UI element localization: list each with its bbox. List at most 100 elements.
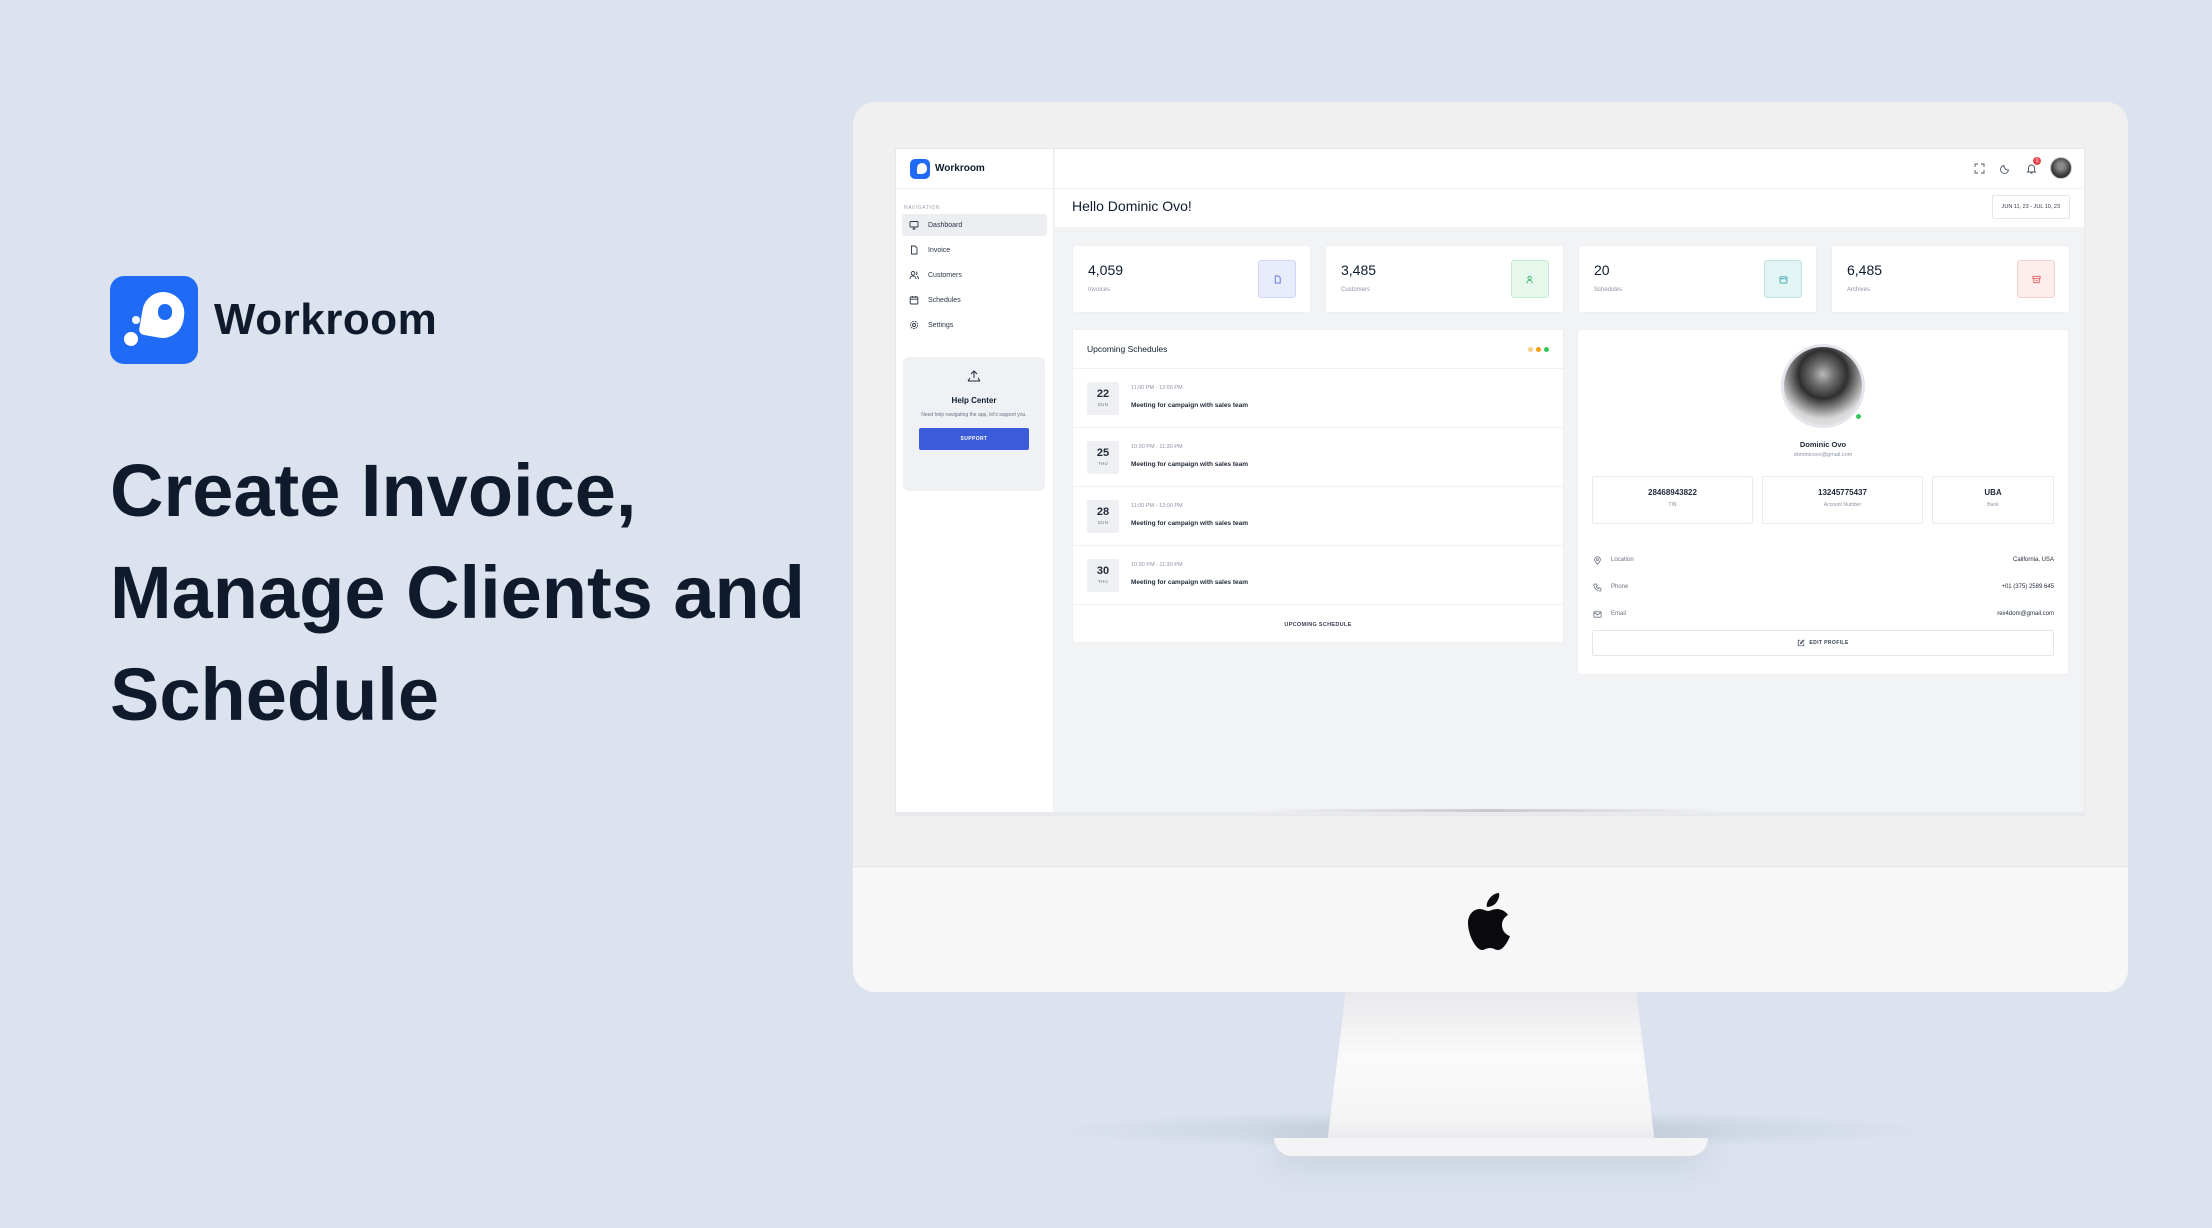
mail-icon [1592,609,1602,619]
schedule-date: 25 THU [1087,441,1119,474]
stat-label: Invoices [1088,287,1111,293]
sidebar-logo[interactable]: Workroom [896,149,1053,189]
apple-logo-icon [1468,893,1510,950]
schedule-time: 11:00 PM - 12:00 PM [1131,385,1183,391]
profile-card-label: Account Number [1823,502,1862,508]
stat-value: 3,485 [1341,262,1377,278]
sidebar-item-schedules[interactable]: Schedules [902,289,1047,311]
stat-label: Schedules [1594,287,1623,293]
help-center-title: Help Center [951,396,997,405]
stat-value: 20 [1594,262,1610,278]
schedule-day-number: 25 [1096,447,1110,459]
edit-profile-label: EDIT PROFILE [1809,640,1849,646]
schedule-date: 30 THU [1087,559,1119,592]
profile-card-value: 13245775437 [1818,488,1867,497]
avatar[interactable] [2050,157,2072,179]
dark-mode-moon-icon[interactable] [1998,161,2012,175]
profile-email: dominicovo@gmail.com [1793,452,1853,458]
calendar-icon [1764,260,1802,298]
profile-phone-row: Phone +01 (375) 2589 645 [1592,581,2054,593]
workroom-logo-icon [110,276,198,364]
schedule-item[interactable]: 30 THU 10:30 PM - 11:30 PM Meeting for c… [1073,546,1563,605]
upcoming-schedules-card: Upcoming Schedules 22 SUN 11:00 PM - 12:… [1072,329,1564,643]
hero-headline: Create Invoice, Manage Clients and Sched… [110,440,870,746]
stat-card-invoices[interactable]: 4,059 Invoices [1072,245,1311,313]
profile-card-label: TIN [1668,502,1677,508]
schedule-date: 28 SUN [1087,500,1119,533]
sidebar-item-label: Schedules [928,296,961,304]
schedule-day-number: 28 [1096,506,1110,518]
fullscreen-icon[interactable] [1972,161,1986,175]
profile-detail-value: rex4dom@gmail.com [1997,611,2054,617]
profile-card: Dominic Ovo dominicovo@gmail.com 2846894… [1577,329,2069,675]
stat-cards: 4,059 Invoices 3,485 Customers 20 Schedu… [1072,245,2072,313]
schedule-time: 10:30 PM - 11:30 PM [1131,562,1183,568]
schedule-title: Meeting for campaign with sales team [1131,579,1249,586]
profile-detail-label: Location [1611,557,1634,563]
profile-bank-card: UBA Bank [1932,476,2054,524]
workroom-logo-icon [910,158,930,179]
sidebar-item-label: Customers [928,271,962,279]
hero-headline-line-3: Schedule [110,653,439,736]
help-upload-icon [966,369,982,390]
calendar-icon [909,295,919,305]
topbar-actions: 1 [1972,157,2072,179]
schedule-title: Meeting for campaign with sales team [1131,520,1249,527]
profile-avatar [1781,344,1865,428]
online-status-indicator [1854,412,1863,421]
dashboard-screen: Workroom NAVIGATION Dashboard Invoice Cu… [895,148,2085,816]
hero-brand-name: Workroom [214,295,438,344]
sidebar-item-label: Dashboard [928,221,963,229]
file-icon [1258,260,1296,298]
help-center-description: Need help navigating the app, let's supp… [921,412,1027,418]
sidebar: Workroom NAVIGATION Dashboard Invoice Cu… [896,149,1054,815]
profile-email-row: Email rex4dom@gmail.com [1592,608,2054,620]
stat-value: 4,059 [1088,262,1124,278]
schedule-item[interactable]: 25 THU 10:30 PM - 11:30 PM Meeting for c… [1073,428,1563,487]
upcoming-schedules-header: Upcoming Schedules [1073,330,1563,369]
users-icon [1511,260,1549,298]
profile-info-cards: 28468943822 TIN 13245775437 Account Numb… [1592,476,2054,524]
location-pin-icon [1592,555,1602,565]
imac-stand-base [1274,1138,1708,1156]
support-button[interactable]: SUPPORT [919,428,1029,450]
profile-card-value: 28468943822 [1648,488,1697,497]
schedule-date: 22 SUN [1087,382,1119,415]
stat-card-archives[interactable]: 6,485 Archives [1831,245,2070,313]
gear-icon [909,320,919,330]
sidebar-item-customers[interactable]: Customers [902,264,1047,286]
schedule-weekday: THU [1097,579,1109,584]
sidebar-item-settings[interactable]: Settings [902,314,1047,336]
schedule-item[interactable]: 28 SUN 11:00 PM - 12:00 PM Meeting for c… [1073,487,1563,546]
date-range-picker[interactable]: JUN 11, 23 - JUL 10, 23 [1991,195,2070,219]
hero-headline-line-1: Create Invoice, [110,449,637,532]
help-center-card: Help Center Need help navigating the app… [903,357,1045,491]
schedule-weekday: THU [1097,461,1109,466]
schedule-weekday: SUN [1097,402,1109,407]
notification-bell-icon[interactable]: 1 [2024,157,2041,175]
profile-detail-value: +01 (375) 2589 645 [2001,584,2054,590]
stat-label: Customers [1341,287,1371,293]
sidebar-item-invoice[interactable]: Invoice [902,239,1047,261]
status-dots [1528,347,1549,352]
sidebar-item-label: Settings [928,321,954,329]
stat-card-schedules[interactable]: 20 Schedules [1578,245,1817,313]
profile-name: Dominic Ovo [1799,440,1847,449]
schedule-day-number: 22 [1096,388,1110,400]
schedule-title: Meeting for campaign with sales team [1131,402,1249,409]
users-icon [909,270,919,280]
sidebar-item-dashboard[interactable]: Dashboard [902,214,1047,236]
profile-card-label: Bank [1987,502,1999,508]
profile-location-row: Location California, USA [1592,554,2054,566]
upcoming-schedule-link[interactable]: UPCOMING SCHEDULE [1073,605,1563,644]
edit-profile-button[interactable]: EDIT PROFILE [1592,630,2054,656]
stat-value: 6,485 [1847,262,1883,278]
topbar: 1 [1055,149,2084,189]
schedule-title: Meeting for campaign with sales team [1131,461,1249,468]
profile-detail-value: California, USA [2012,557,2054,563]
stat-card-customers[interactable]: 3,485 Customers [1325,245,1564,313]
stat-label: Archives [1847,287,1871,293]
monitor-icon [909,220,919,230]
schedule-item[interactable]: 22 SUN 11:00 PM - 12:00 PM Meeting for c… [1073,369,1563,428]
upcoming-schedules-title: Upcoming Schedules [1087,344,1168,354]
